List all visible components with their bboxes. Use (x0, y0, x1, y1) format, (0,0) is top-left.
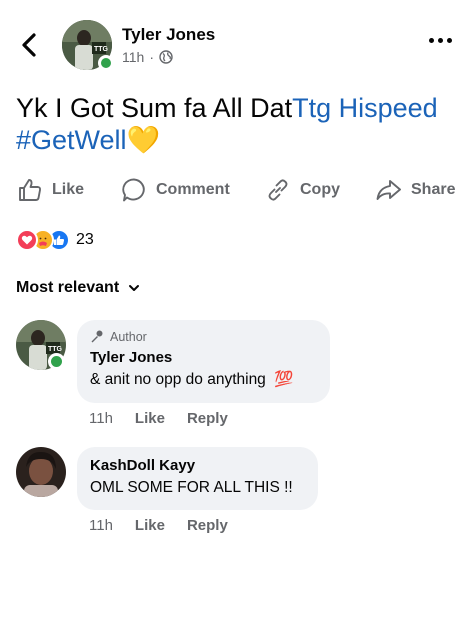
chevron-down-icon (129, 285, 140, 291)
reaction-count: 23 (76, 231, 94, 248)
like-button[interactable]: Like (17, 170, 84, 210)
hashtag-link[interactable]: #GetWell (16, 125, 127, 155)
svg-text:TTG: TTG (48, 346, 63, 353)
comment-like-button[interactable]: Like (135, 410, 165, 427)
commenter-name[interactable]: Tyler Jones (90, 349, 172, 366)
microphone-icon (91, 330, 103, 343)
comment-bubble[interactable]: Author Tyler Jones & anit no opp do anyt… (77, 320, 330, 403)
comment-bubble-icon (122, 178, 145, 202)
online-status-dot (98, 55, 114, 71)
tagged-page-link[interactable]: Ttg Hispeed (292, 93, 438, 123)
comment-bubble[interactable]: KashDoll Kayy OML SOME FOR ALL THIS !! (77, 447, 318, 510)
post-header: TTG Tyler Jones 11h · (0, 0, 474, 84)
comment-like-button[interactable]: Like (135, 517, 165, 534)
comment-actions: 11h Like Reply (89, 410, 250, 427)
comment-time[interactable]: 11h (89, 410, 113, 427)
author-avatar[interactable]: TTG (62, 20, 114, 71)
more-dot-icon (447, 38, 452, 43)
share-label: Share (411, 181, 456, 198)
meta-separator: · (149, 49, 154, 65)
online-status-dot (48, 353, 65, 370)
comment-reply-button[interactable]: Reply (187, 410, 228, 427)
sort-label: Most relevant (16, 279, 120, 296)
comment-text-content: & anit no opp do anything (90, 371, 266, 388)
post-text: Yk I Got Sum fa All Dat (16, 93, 293, 123)
commenter-name[interactable]: KashDoll Kayy (90, 457, 195, 474)
chevron-left-icon (22, 33, 36, 57)
yellow-heart-emoji: 💛 (126, 125, 161, 155)
comment-button[interactable]: Comment (121, 170, 230, 210)
comment-reply-button[interactable]: Reply (187, 517, 228, 534)
svg-text:TTG: TTG (94, 46, 109, 53)
post-author-name[interactable]: Tyler Jones (122, 25, 215, 45)
comment-time[interactable]: 11h (89, 517, 113, 534)
hundred-points-emoji: 💯 (274, 371, 294, 388)
comment-sort-dropdown[interactable]: Most relevant (16, 279, 141, 297)
post-time[interactable]: 11h (122, 49, 144, 65)
back-button[interactable] (14, 30, 44, 60)
reactions-summary[interactable]: 23 (16, 229, 94, 251)
thumbs-up-icon (19, 179, 42, 201)
more-dot-icon (438, 38, 443, 43)
author-badge: Author (90, 330, 147, 344)
more-options-button[interactable] (429, 38, 452, 43)
author-badge-label: Author (110, 330, 147, 344)
copy-button[interactable]: Copy (265, 170, 340, 210)
comment-avatar[interactable] (16, 447, 66, 497)
love-reaction-icon (16, 229, 38, 251)
link-icon (268, 179, 288, 201)
comment-text: & anit no opp do anything 💯 (90, 370, 293, 389)
like-label: Like (52, 181, 85, 198)
post-meta: 11h · (122, 49, 173, 65)
share-button[interactable]: Share (375, 170, 455, 210)
copy-label: Copy (300, 181, 340, 198)
post-actions-bar: Like Comment Copy Share (0, 170, 474, 210)
comment-text: OML SOME FOR ALL THIS !! (90, 479, 293, 496)
globe-icon (159, 50, 173, 64)
more-dot-icon (429, 38, 434, 43)
share-arrow-icon (376, 180, 401, 200)
comment-label: Comment (156, 181, 230, 198)
post-body: Yk I Got Sum fa All DatTtg Hispeed #GetW… (16, 92, 456, 156)
comment-actions: 11h Like Reply (89, 517, 250, 534)
